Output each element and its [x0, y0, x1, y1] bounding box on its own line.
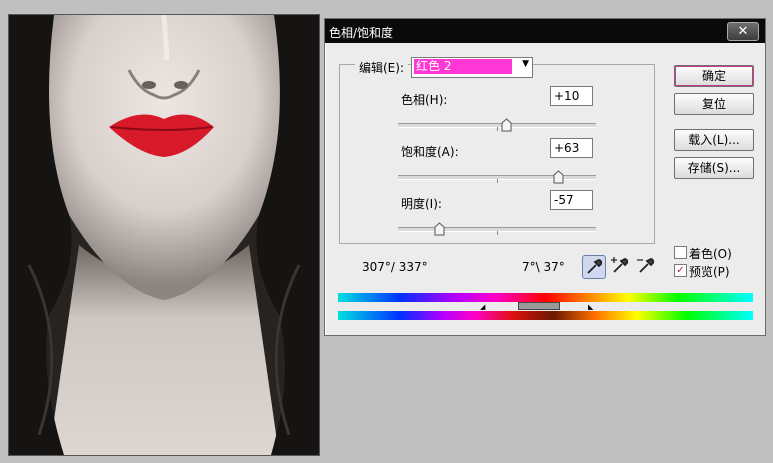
hue-label: 色相(H):: [401, 93, 448, 107]
ok-button[interactable]: 确定: [674, 65, 754, 87]
saturation-slider-track[interactable]: [398, 170, 596, 184]
edit-select[interactable]: 红色 2 ▼: [411, 57, 533, 78]
edit-select-value: 红色 2: [414, 59, 512, 74]
preview-checkbox[interactable]: ✓: [674, 264, 687, 277]
reset-button[interactable]: 复位: [674, 93, 754, 115]
hue-saturation-dialog: 色相/饱和度 ✕ 编辑(E): 红色 2 ▼ 色相(H): +10 饱和度(A)…: [324, 18, 766, 336]
eyedropper-plus-icon: [611, 257, 629, 273]
save-button[interactable]: 存储(S)...: [674, 157, 754, 179]
lightness-slider-thumb[interactable]: [434, 222, 445, 236]
load-button[interactable]: 载入(L)...: [674, 129, 754, 151]
range-selector-bar[interactable]: [518, 302, 560, 310]
range-left-value: 307°/ 337°: [362, 260, 428, 274]
saturation-label: 饱和度(A):: [401, 145, 459, 159]
photo-canvas: [8, 14, 320, 456]
adjustment-group: [339, 64, 655, 244]
eyedropper-icon: [587, 259, 603, 274]
input-color-spectrum: [338, 293, 753, 302]
portrait-image: [9, 15, 319, 455]
preview-label: 预览(P): [689, 265, 730, 279]
saturation-slider-thumb[interactable]: [553, 170, 564, 184]
colorize-label: 着色(O): [689, 247, 732, 261]
lightness-slider-track[interactable]: [398, 222, 596, 236]
hue-slider-center-tick: [497, 127, 498, 131]
close-button[interactable]: ✕: [727, 22, 759, 41]
chevron-down-icon[interactable]: ▼: [522, 59, 529, 69]
lightness-input[interactable]: -57: [550, 190, 593, 210]
range-right-handle[interactable]: ◣: [588, 303, 593, 311]
hue-slider-track[interactable]: [398, 118, 596, 132]
lightness-label: 明度(I):: [401, 197, 442, 211]
dialog-title: 色相/饱和度: [329, 26, 394, 40]
hue-slider-thumb[interactable]: [501, 118, 512, 132]
output-color-spectrum: [338, 311, 753, 320]
saturation-slider-center-tick: [497, 179, 498, 183]
hue-input[interactable]: +10: [550, 86, 593, 106]
eyedropper-button[interactable]: [582, 255, 606, 279]
colorize-checkbox[interactable]: [674, 246, 687, 259]
range-left-handle[interactable]: ◢: [480, 303, 485, 311]
range-right-value: 7°\ 37°: [522, 260, 565, 274]
eyedropper-minus-button[interactable]: [635, 255, 657, 277]
range-selector[interactable]: ◢ ◣: [480, 302, 600, 311]
title-bar[interactable]: 色相/饱和度 ✕: [325, 19, 765, 43]
edit-label: 编辑(E):: [355, 59, 408, 76]
eyedropper-minus-icon: [637, 258, 655, 273]
saturation-input[interactable]: +63: [550, 138, 593, 158]
eyedropper-plus-button[interactable]: [609, 255, 631, 277]
lightness-slider-center-tick: [497, 231, 498, 235]
